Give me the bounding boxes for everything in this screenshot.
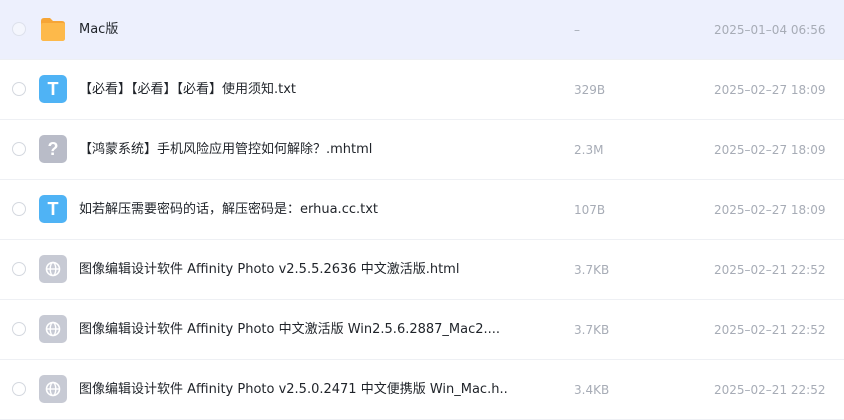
row-checkbox[interactable] (12, 382, 26, 396)
file-size: 329B (574, 83, 606, 97)
file-date: 2025–01–04 06:56 (714, 23, 826, 37)
file-row[interactable]: 图像编辑设计软件 Affinity Photo v2.5.0.2471 中文便携… (0, 360, 844, 420)
file-row[interactable]: T 如若解压需要密码的话，解压密码是：erhua.cc.txt 107B 202… (0, 180, 844, 240)
file-name[interactable]: 【鸿蒙系统】手机风险应用管控如何解除？.mhtml (79, 120, 372, 180)
file-size: 3.7KB (574, 323, 610, 337)
txt-file-icon: T (39, 75, 67, 103)
html-file-icon (39, 255, 67, 283)
row-checkbox[interactable] (12, 262, 26, 276)
file-row-mac-folder[interactable]: Mac版 – 2025–01–04 06:56 (0, 0, 844, 60)
file-date: 2025–02–27 18:09 (714, 143, 826, 157)
file-name[interactable]: Mac版 (79, 0, 118, 60)
file-row[interactable]: 图像编辑设计软件 Affinity Photo 中文激活版 Win2.5.6.2… (0, 300, 844, 360)
file-name[interactable]: 图像编辑设计软件 Affinity Photo v2.5.5.2636 中文激活… (79, 240, 459, 300)
file-date: 2025–02–27 18:09 (714, 203, 826, 217)
row-checkbox[interactable] (12, 202, 26, 216)
file-name[interactable]: 图像编辑设计软件 Affinity Photo 中文激活版 Win2.5.6.2… (79, 300, 500, 360)
file-row[interactable]: T 【必看】【必看】【必看】使用须知.txt 329B 2025–02–27 1… (0, 60, 844, 120)
file-size: – (574, 23, 580, 37)
unknown-file-icon: ? (39, 135, 67, 163)
file-date: 2025–02–21 22:52 (714, 263, 826, 277)
file-date: 2025–02–27 18:09 (714, 83, 826, 97)
file-size: 107B (574, 203, 606, 217)
row-checkbox[interactable] (12, 322, 26, 336)
file-name[interactable]: 图像编辑设计软件 Affinity Photo v2.5.0.2471 中文便携… (79, 360, 509, 420)
row-checkbox[interactable] (12, 22, 26, 36)
file-row[interactable]: ? 【鸿蒙系统】手机风险应用管控如何解除？.mhtml 2.3M 2025–02… (0, 120, 844, 180)
row-checkbox[interactable] (12, 82, 26, 96)
html-file-icon (39, 315, 67, 343)
file-date: 2025–02–21 22:52 (714, 383, 826, 397)
globe-icon (45, 381, 61, 397)
file-size: 2.3M (574, 143, 604, 157)
file-size: 3.7KB (574, 263, 610, 277)
globe-icon (45, 261, 61, 277)
txt-file-icon: T (39, 195, 67, 223)
html-file-icon (39, 375, 67, 403)
file-size: 3.4KB (574, 383, 610, 397)
file-row[interactable]: 图像编辑设计软件 Affinity Photo v2.5.5.2636 中文激活… (0, 240, 844, 300)
file-list: Mac版 – 2025–01–04 06:56 T 【必看】【必看】【必看】使用… (0, 0, 844, 420)
file-name[interactable]: 如若解压需要密码的话，解压密码是：erhua.cc.txt (79, 180, 378, 240)
file-name[interactable]: 【必看】【必看】【必看】使用须知.txt (79, 60, 296, 120)
row-checkbox[interactable] (12, 142, 26, 156)
globe-icon (45, 321, 61, 337)
folder-icon (39, 15, 67, 43)
file-date: 2025–02–21 22:52 (714, 323, 826, 337)
